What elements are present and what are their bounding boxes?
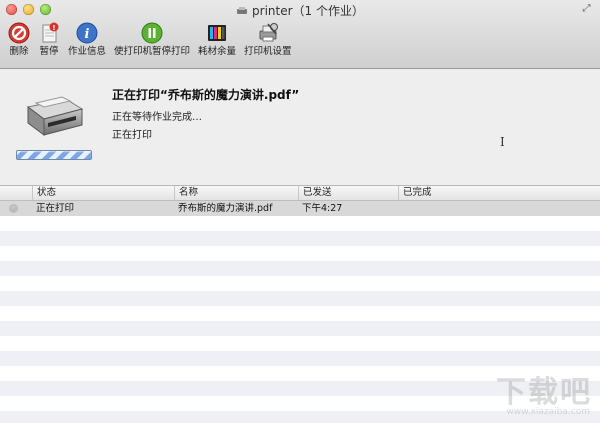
watermark: 下载吧 www.xiazaiba.com — [432, 367, 592, 417]
window-toolbar: printer（1 个作业） ⤢ 删除 ! 暂停 i 作业信息 使打印机暂停打印… — [0, 0, 600, 69]
pause-printer-button[interactable]: 使打印机暂停打印 — [110, 22, 194, 58]
empty-row — [0, 276, 600, 291]
supply-levels-icon — [208, 25, 227, 41]
printer-settings-button[interactable]: 打印机设置 — [240, 22, 296, 58]
supply-levels-button[interactable]: 耗材余量 — [194, 22, 240, 58]
job-list-table: 状态 名称 已发送 已完成 ◦ 正在打印 乔布斯的魔力演讲.pdf 下午4:27 — [0, 186, 600, 423]
pause-label: 暂停 — [39, 46, 59, 57]
pause-icon: ! — [42, 22, 59, 43]
toolbar: 删除 ! 暂停 i 作业信息 使打印机暂停打印 耗材余量 打印机设置 — [4, 22, 296, 58]
pause-printer-label: 使打印机暂停打印 — [114, 46, 191, 57]
watermark-logo: 下载吧 — [496, 375, 592, 410]
printer-settings-label: 打印机设置 — [244, 46, 292, 57]
job-info-label: 作业信息 — [68, 46, 107, 57]
empty-row — [0, 351, 600, 366]
row-sent: 下午4:27 — [302, 203, 343, 214]
empty-row — [0, 321, 600, 336]
delete-label: 删除 — [9, 46, 29, 57]
row-name: 乔布斯的魔力演讲.pdf — [178, 203, 273, 214]
printer-icon — [237, 7, 248, 14]
info-icon: i — [76, 22, 98, 44]
print-progress-bar — [16, 150, 92, 160]
table-header: 状态 名称 已发送 已完成 — [0, 186, 600, 201]
current-job-state: 正在打印 — [112, 130, 152, 141]
current-job-title: 正在打印“乔布斯的魔力演讲.pdf” — [112, 88, 300, 102]
row-completed — [398, 201, 600, 216]
delete-icon — [8, 22, 30, 44]
window-title-bar: printer（1 个作业） — [0, 2, 600, 19]
pause-job-button[interactable]: ! 暂停 — [34, 22, 64, 58]
delete-button[interactable]: 删除 — [4, 22, 34, 58]
printer-icon — [26, 96, 84, 136]
column-header-sent[interactable]: 已发送 — [298, 186, 398, 200]
pause-printer-icon — [141, 22, 163, 44]
column-header-name[interactable]: 名称 — [174, 186, 298, 200]
svg-text:!: ! — [52, 24, 55, 32]
empty-row — [0, 291, 600, 306]
print-queue-window: printer（1 个作业） ⤢ 删除 ! 暂停 i 作业信息 使打印机暂停打印… — [0, 0, 600, 423]
empty-row — [0, 306, 600, 321]
empty-row — [0, 336, 600, 351]
job-status-icon: ◦ — [9, 204, 18, 213]
job-info-button[interactable]: i 作业信息 — [64, 22, 110, 58]
supply-levels-label: 耗材余量 — [198, 46, 237, 57]
toolbar-toggle-icon[interactable]: ⤢ — [581, 3, 592, 14]
text-cursor-icon: I — [500, 135, 505, 149]
column-header-completed[interactable]: 已完成 — [398, 186, 600, 200]
empty-row — [0, 246, 600, 261]
window-title: printer（1 个作业） — [252, 4, 364, 18]
table-row[interactable]: ◦ 正在打印 乔布斯的魔力演讲.pdf 下午4:27 — [0, 201, 600, 216]
current-job-status: 正在等待作业完成… — [112, 112, 202, 123]
empty-row — [0, 231, 600, 246]
column-header-status[interactable]: 状态 — [32, 186, 174, 200]
svg-text:i: i — [85, 27, 90, 42]
empty-row — [0, 216, 600, 231]
column-header-icon[interactable] — [0, 186, 32, 200]
current-job-pane: 正在打印“乔布斯的魔力演讲.pdf” 正在等待作业完成… 正在打印 I — [0, 69, 600, 186]
empty-row — [0, 261, 600, 276]
watermark-url: www.xiazaiba.com — [506, 407, 590, 417]
row-status: 正在打印 — [36, 203, 75, 214]
printer-settings-icon — [259, 23, 278, 42]
